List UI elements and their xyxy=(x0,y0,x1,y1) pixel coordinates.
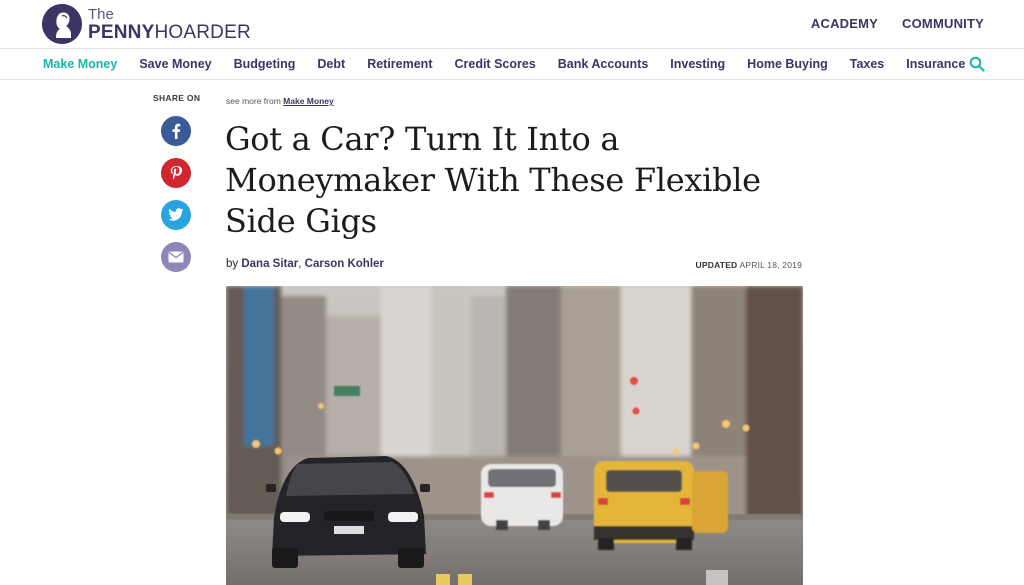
top-nav: ACADEMY COMMUNITY xyxy=(811,16,984,31)
category-nav-items: Make Money Save Money Budgeting Debt Ret… xyxy=(43,57,987,71)
cat-debt[interactable]: Debt xyxy=(317,57,345,71)
cat-taxes[interactable]: Taxes xyxy=(850,57,885,71)
cat-budgeting[interactable]: Budgeting xyxy=(234,57,296,71)
pinterest-icon xyxy=(170,166,182,180)
cat-home-buying[interactable]: Home Buying xyxy=(747,57,828,71)
share-twitter-button[interactable] xyxy=(161,200,191,230)
updated-date: UPDATED APRIL 18, 2019 xyxy=(696,260,802,270)
cat-credit-scores[interactable]: Credit Scores xyxy=(454,57,535,71)
byline: by Dana Sitar, Carson Kohler xyxy=(226,258,384,270)
logo-name: PENNYHOARDER xyxy=(88,23,251,42)
share-email-button[interactable] xyxy=(161,242,191,272)
site-header: The PENNYHOARDER ACADEMY COMMUNITY xyxy=(0,0,1024,48)
share-facebook-button[interactable] xyxy=(161,116,191,146)
article-headline: Got a Car? Turn It Into a Moneymaker Wit… xyxy=(225,120,761,240)
top-nav-community[interactable]: COMMUNITY xyxy=(902,16,984,31)
share-pinterest-button[interactable] xyxy=(161,158,191,188)
hero-image xyxy=(226,286,803,585)
facebook-icon xyxy=(172,123,181,139)
logo-the: The xyxy=(88,5,114,23)
email-icon xyxy=(168,251,184,263)
cat-make-money[interactable]: Make Money xyxy=(43,57,117,71)
see-more-link[interactable]: Make Money xyxy=(283,96,334,106)
see-more-prefix: see more from xyxy=(226,96,281,106)
updated-label: UPDATED xyxy=(695,260,738,270)
byline-prefix: by xyxy=(226,258,239,270)
logo-hoarder: HOARDER xyxy=(154,21,251,43)
cat-insurance[interactable]: Insurance xyxy=(906,57,965,71)
logo-portrait-icon xyxy=(42,4,82,44)
city-street-photo xyxy=(226,286,803,585)
cat-investing[interactable]: Investing xyxy=(670,57,725,71)
cat-bank-accounts[interactable]: Bank Accounts xyxy=(558,57,649,71)
author-separator: , xyxy=(298,258,302,270)
see-more: see more from Make Money xyxy=(226,96,334,106)
author-link-2[interactable]: Carson Kohler xyxy=(305,258,384,270)
site-logo[interactable]: The PENNYHOARDER xyxy=(42,4,251,44)
logo-penny: PENNY xyxy=(88,21,155,43)
updated-date-value: APRIL 18, 2019 xyxy=(739,260,802,270)
search-icon[interactable] xyxy=(969,56,985,72)
cat-save-money[interactable]: Save Money xyxy=(139,57,211,71)
logo-wordmark: The PENNYHOARDER xyxy=(88,7,251,42)
twitter-icon xyxy=(168,208,184,221)
category-nav: Make Money Save Money Budgeting Debt Ret… xyxy=(0,48,1024,80)
share-label: SHARE ON xyxy=(153,93,201,103)
top-nav-academy[interactable]: ACADEMY xyxy=(811,16,878,31)
cat-retirement[interactable]: Retirement xyxy=(367,57,432,71)
author-link-1[interactable]: Dana Sitar xyxy=(241,258,298,270)
